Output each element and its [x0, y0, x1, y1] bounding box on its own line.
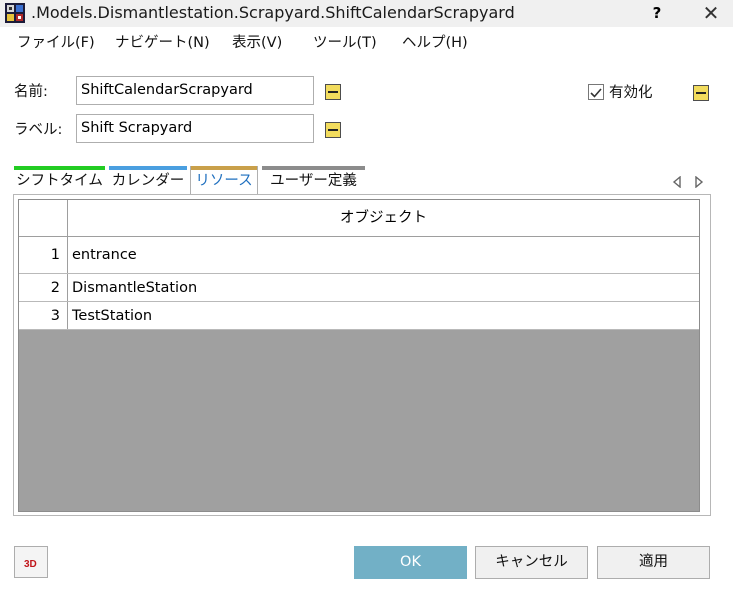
tab-scroll-right-icon[interactable] — [694, 173, 704, 189]
tab-color-bar — [262, 166, 365, 170]
tab-label: ユーザー定義 — [270, 173, 357, 189]
help-button[interactable]: ? — [646, 3, 668, 23]
menu-navigate[interactable]: ナビゲート(N) — [115, 34, 210, 52]
name-field[interactable]: ShiftCalendarScrapyard — [76, 76, 314, 105]
app-icon — [5, 3, 25, 23]
checkmark-icon — [590, 88, 602, 98]
window-title: .Models.Dismantlestation.Scrapyard.Shift… — [31, 3, 515, 22]
tab-user-defined[interactable]: ユーザー定義 — [262, 166, 365, 194]
tab-label: シフトタイム — [16, 173, 103, 189]
enabled-label: 有効化 — [609, 85, 653, 101]
menu-file[interactable]: ファイル(F) — [17, 34, 95, 52]
table-cell[interactable]: DismantleStation — [72, 274, 197, 302]
3d-view-button[interactable]: 3D — [14, 546, 48, 578]
resource-table[interactable]: オブジェクト 1 entrance 2 DismantleStation 3 T… — [18, 199, 700, 512]
label-label: ラベル: — [14, 122, 63, 138]
table-cell[interactable]: TestStation — [72, 302, 152, 330]
apply-button[interactable]: 適用 — [597, 546, 710, 579]
row-number: 2 — [19, 274, 68, 301]
name-label: 名前: — [14, 84, 48, 100]
tab-resources[interactable]: リソース — [190, 166, 258, 196]
row-number: 3 — [19, 302, 68, 329]
column-header-object[interactable]: オブジェクト — [68, 200, 699, 237]
name-minus-button[interactable] — [325, 84, 341, 100]
tab-shift-time[interactable]: シフトタイム — [14, 166, 105, 194]
tab-scroll-left-icon[interactable] — [672, 173, 682, 189]
tab-color-bar — [109, 166, 187, 170]
tab-color-bar — [14, 166, 105, 170]
3d-icon-text: 3D — [24, 559, 37, 570]
close-icon[interactable]: ✕ — [700, 3, 722, 23]
table-cell[interactable]: entrance — [72, 237, 137, 273]
3d-icon: 3D — [24, 559, 37, 570]
enabled-checkbox[interactable] — [588, 84, 604, 100]
label-minus-button[interactable] — [325, 122, 341, 138]
tab-label: カレンダー — [111, 173, 185, 189]
menu-view[interactable]: 表示(V) — [232, 34, 282, 52]
title-bar: .Models.Dismantlestation.Scrapyard.Shift… — [0, 0, 733, 27]
tab-label: リソース — [195, 173, 253, 189]
enabled-minus-button[interactable] — [693, 85, 709, 101]
menu-help[interactable]: ヘルプ(H) — [402, 34, 468, 52]
menu-bar: ファイル(F) ナビゲート(N) 表示(V) ツール(T) ヘルプ(H) — [0, 28, 733, 58]
tab-color-bar — [191, 166, 257, 170]
table-row[interactable]: 3 TestStation — [19, 302, 699, 330]
row-number: 1 — [19, 237, 68, 273]
tab-calendar[interactable]: カレンダー — [109, 166, 187, 194]
table-corner-cell[interactable] — [19, 200, 68, 237]
label-field[interactable]: Shift Scrapyard — [76, 114, 314, 143]
ok-button[interactable]: OK — [354, 546, 467, 579]
menu-tools[interactable]: ツール(T) — [313, 34, 377, 52]
table-row[interactable]: 2 DismantleStation — [19, 274, 699, 302]
table-row[interactable]: 1 entrance — [19, 237, 699, 274]
cancel-button[interactable]: キャンセル — [475, 546, 588, 579]
